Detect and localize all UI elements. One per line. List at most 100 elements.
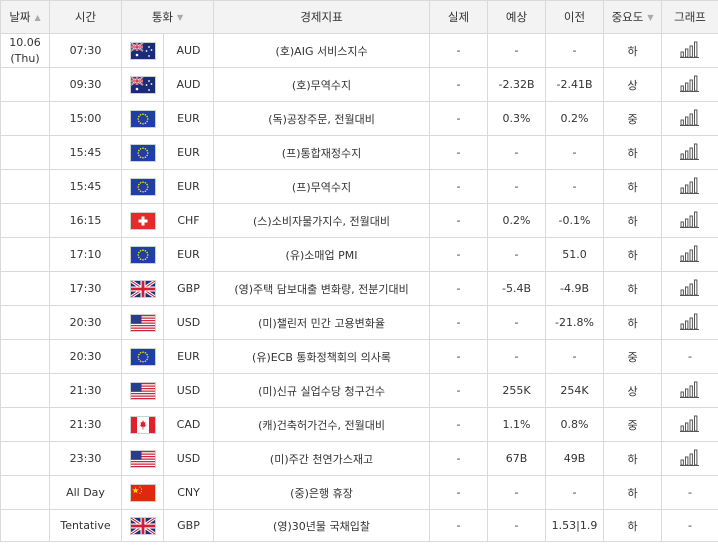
table-row: 23:30 USD (미)주간 천연가스재고 -67B 49B 하	[0, 441, 718, 476]
date-cell-empty	[0, 203, 50, 238]
currency-cell: GBP	[162, 509, 215, 542]
bar-chart-icon[interactable]	[680, 449, 700, 469]
bar-chart-icon[interactable]	[680, 245, 700, 265]
date-cell-empty	[0, 305, 50, 340]
indicator-cell[interactable]: (스)소비자물가지수, 전월대비	[213, 203, 431, 238]
indicator-cell[interactable]: (캐)건축허가건수, 전월대비	[213, 407, 431, 442]
graph-cell	[661, 407, 718, 442]
eu-flag	[130, 178, 155, 195]
indicator-cell[interactable]: (프)무역수지	[213, 169, 431, 204]
importance-header[interactable]: 중요도 ▼	[603, 0, 663, 34]
forecast-cell: 1.1%	[487, 407, 547, 442]
graph-cell	[661, 135, 718, 170]
flag-cell	[121, 509, 164, 542]
previous-cell: -	[545, 135, 605, 170]
graph-cell: -	[661, 475, 718, 510]
importance-cell: 하	[603, 169, 663, 204]
previous-cell: -0.1%	[545, 203, 605, 238]
bar-chart-icon[interactable]	[680, 109, 700, 129]
time-cell: 20:30	[49, 305, 122, 340]
currency-cell: CAD	[162, 407, 215, 442]
actual-cell: -	[429, 33, 489, 68]
actual-cell: -	[429, 305, 489, 340]
flag-cell	[121, 407, 164, 442]
bar-chart-icon[interactable]	[680, 381, 700, 401]
previous-cell: 0.8%	[545, 407, 605, 442]
indicator-cell[interactable]: (중)은행 휴장	[213, 475, 431, 510]
indicator-cell[interactable]: (영)30년물 국채입찰	[213, 509, 431, 542]
importance-cell: 중	[603, 101, 663, 136]
previous-cell: 49B	[545, 441, 605, 476]
indicator-cell[interactable]: (유)소매업 PMI	[213, 237, 431, 272]
indicator-cell[interactable]: (영)주택 담보대출 변화량, 전분기대비	[213, 271, 431, 306]
actual-cell: -	[429, 441, 489, 476]
table-row: 17:30 GBP (영)주택 담보대출 변화량, 전분기대비 - -5.4B -4.9B…	[0, 271, 718, 306]
bar-chart-icon[interactable]	[680, 415, 700, 435]
bar-chart-icon[interactable]	[680, 41, 700, 61]
indicator-cell[interactable]: (미)신규 실업수당 청구건수	[213, 373, 431, 408]
indicator-cell[interactable]: (유)ECB 통화정책회의 의사록	[213, 339, 431, 374]
switzerland-flag	[130, 212, 155, 229]
indicator-cell[interactable]: (호)AIG 서비스지수	[213, 33, 431, 68]
previous-cell: -	[545, 339, 605, 374]
actual-cell: -	[429, 169, 489, 204]
bar-chart-icon[interactable]	[680, 143, 700, 163]
flag-cell	[121, 237, 164, 272]
time-cell: 23:30	[49, 441, 122, 476]
graph-cell	[661, 441, 718, 476]
date-cell-empty	[0, 67, 50, 102]
china-flag	[130, 484, 155, 501]
dropdown-arrow-icon: ▼	[177, 13, 184, 22]
time-cell: 17:10	[49, 237, 122, 272]
importance-cell: 하	[603, 203, 663, 238]
graph-cell	[661, 33, 718, 68]
actual-cell: -	[429, 135, 489, 170]
currency-header[interactable]: 통화 ▼	[120, 0, 215, 34]
indicator-cell[interactable]: (미)주간 천연가스재고	[213, 441, 431, 476]
header-row: 날짜 ▲ 시간 통화 ▼ 경제지표 실제 예상 이전 중요도 ▼ 그래프	[0, 0, 718, 34]
indicator-cell[interactable]: (호)무역수지	[213, 67, 431, 102]
currency-cell: USD	[162, 373, 215, 408]
table-row: 21:30 USD (미)신규 실업수당 청구건수 -255K 254K 상	[0, 373, 718, 408]
bar-chart-icon[interactable]	[680, 313, 700, 333]
graph-cell	[661, 305, 718, 340]
actual-cell: -	[429, 237, 489, 272]
table-row: 15:45 EUR (프)통합재정수지 - - - 하	[0, 135, 718, 170]
bar-chart-icon[interactable]	[680, 75, 700, 95]
forecast-cell: 255K	[487, 373, 547, 408]
date-cell-empty	[0, 271, 50, 306]
actual-header: 실제	[429, 0, 489, 34]
flag-cell	[121, 441, 164, 476]
bar-chart-icon[interactable]	[680, 279, 700, 299]
forecast-cell: -	[487, 169, 547, 204]
importance-cell: 하	[603, 271, 663, 306]
forecast-cell: -2.32B	[487, 67, 547, 102]
date-cell-empty	[0, 509, 50, 542]
time-cell: All Day	[49, 475, 122, 510]
indicator-cell[interactable]: (독)공장주문, 전월대비	[213, 101, 431, 136]
sort-up-icon: ▲	[34, 13, 41, 22]
importance-cell: 하	[603, 135, 663, 170]
australia-flag	[130, 76, 155, 93]
importance-cell: 하	[603, 305, 663, 340]
date-cell-empty	[0, 475, 50, 510]
flag-cell	[121, 135, 164, 170]
table-row: 09:30 AUD (호)무역수지 - -2.32B -2.41B 상	[0, 67, 718, 102]
indicator-cell[interactable]: (프)통합재정수지	[213, 135, 431, 170]
eu-flag	[130, 348, 155, 365]
flag-cell	[121, 203, 164, 238]
bar-chart-icon[interactable]	[680, 211, 700, 231]
date-header[interactable]: 날짜 ▲	[0, 0, 50, 34]
graph-cell: -	[661, 509, 718, 542]
importance-cell: 중	[603, 339, 663, 374]
economic-calendar-table: 날짜 ▲ 시간 통화 ▼ 경제지표 실제 예상 이전 중요도 ▼ 그래프 10.06 (…	[0, 0, 718, 542]
canada-flag	[130, 416, 155, 433]
currency-cell: USD	[162, 305, 215, 340]
currency-cell: AUD	[162, 33, 215, 68]
previous-cell: -	[545, 33, 605, 68]
indicator-cell[interactable]: (미)챌린저 민간 고용변화율	[213, 305, 431, 340]
actual-cell: -	[429, 67, 489, 102]
bar-chart-icon[interactable]	[680, 177, 700, 197]
currency-cell: CHF	[162, 203, 215, 238]
actual-cell: -	[429, 373, 489, 408]
